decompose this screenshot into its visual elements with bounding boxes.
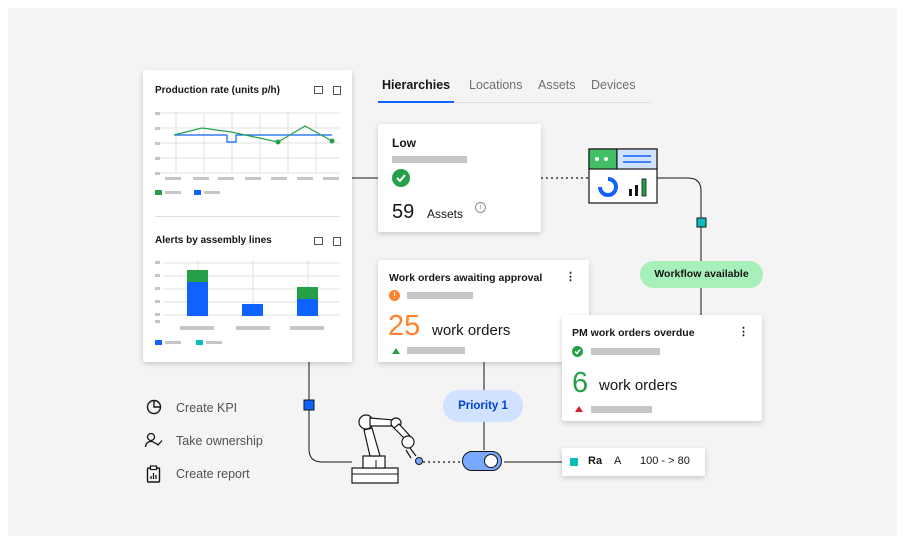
trend-up-icon: [392, 348, 400, 354]
placeholder-text: [591, 348, 660, 355]
assets-count: 59: [392, 201, 415, 223]
connector-dashboard-to-workflow: [657, 177, 702, 316]
check-circle-icon: [392, 169, 410, 187]
placeholder-text: [392, 156, 467, 163]
bar-line-3-blue: [297, 299, 318, 316]
dashboard-icon: [588, 148, 658, 204]
tab-assets[interactable]: Assets: [538, 78, 576, 92]
connector-chart-to-robot: [308, 362, 352, 463]
overflow-menu-icon[interactable]: ⋮: [565, 270, 576, 283]
check-circle-icon: [572, 346, 583, 357]
clipboard-report-icon: [146, 465, 161, 483]
bar-line-3-green: [297, 287, 318, 299]
workflow-available-pill[interactable]: Workflow available: [640, 261, 763, 288]
connector-node-teal: [696, 217, 707, 228]
bar-line-2-blue: [242, 304, 263, 316]
placeholder-text: [407, 292, 473, 299]
priority-pill[interactable]: Priority 1: [443, 390, 523, 422]
low-card-title: Low: [392, 136, 416, 150]
placeholder-text: [591, 406, 652, 413]
robot-arm-icon: [351, 414, 423, 484]
create-report-action[interactable]: Create report: [176, 467, 250, 481]
teal-square-icon: [570, 458, 578, 466]
assets-label: Assets: [427, 207, 464, 221]
pie-chart-icon: [146, 399, 162, 415]
approval-count: 25: [388, 310, 421, 342]
overdue-card[interactable]: PM work orders overdue ⋮ 6 work orders: [562, 315, 762, 421]
bar-line-1-green: [187, 270, 208, 282]
overdue-count: 6: [572, 367, 589, 399]
tab-active-indicator: [378, 101, 454, 103]
tab-devices[interactable]: Devices: [591, 78, 635, 92]
approval-card[interactable]: Work orders awaiting approval ⋮ ! 25 wor…: [378, 260, 589, 362]
tab-locations[interactable]: Locations: [469, 78, 523, 92]
approval-card-title: Work orders awaiting approval: [389, 272, 543, 284]
low-assets-card[interactable]: Low 59 Assets i: [378, 124, 541, 232]
bar-line-1-blue: [187, 282, 208, 316]
alerts-bar-chart: [155, 260, 340, 345]
approval-count-label: work orders: [432, 322, 511, 339]
trend-up-icon: [575, 406, 583, 412]
info-icon[interactable]: i: [475, 202, 486, 213]
connector-node-blue: [303, 399, 315, 411]
rule-col-2: A: [614, 455, 622, 467]
overflow-menu-icon[interactable]: ⋮: [738, 325, 749, 338]
rule-chip[interactable]: Ra A 100 - > 80: [562, 448, 705, 476]
rule-col-1: Ra: [588, 455, 603, 467]
overdue-count-label: work orders: [599, 377, 678, 394]
warning-icon: !: [389, 290, 400, 301]
user-check-icon: [144, 432, 163, 448]
create-kpi-action[interactable]: Create KPI: [176, 401, 237, 415]
toggle-knob: [484, 454, 498, 468]
placeholder-text: [407, 347, 465, 354]
toggle-switch[interactable]: [462, 451, 502, 471]
take-ownership-action[interactable]: Take ownership: [176, 434, 263, 448]
overdue-card-title: PM work orders overdue: [572, 327, 695, 339]
charts-card: Production rate (units p/h) Alerts by as…: [143, 70, 352, 362]
tab-hierarchies[interactable]: Hierarchies: [382, 78, 450, 92]
rule-col-3: 100 - > 80: [640, 455, 690, 467]
